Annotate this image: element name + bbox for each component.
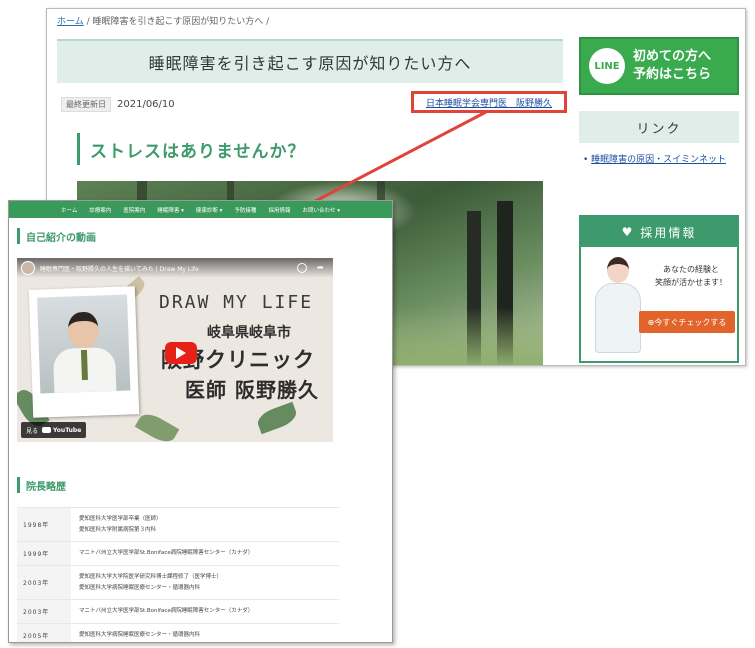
line-button-text-1: 初めての方へ <box>633 49 712 64</box>
table-row: 2005年 愛知医科大学病院睡眠医療センター・循環器内科 <box>17 623 339 642</box>
video-draw-my-life-text: DRAW MY LIFE <box>159 292 314 313</box>
table-row: 2003年 愛知医科大学大学院医学研究科博士課程修了（医学博士） 愛知医科大学病… <box>17 565 339 600</box>
breadcrumb-home-link[interactable]: ホーム <box>57 17 84 27</box>
watch-on-youtube-button[interactable]: 見る YouTube <box>21 422 87 438</box>
check-now-button[interactable]: ⊕今すぐチェックする <box>639 311 735 333</box>
video-title[interactable]: 睡眠専門医・阪野勝久の人生を描いてみた | Draw My Life <box>40 264 199 273</box>
page-title: 睡眠障害を引き起こす原因が知りたい方へ <box>57 39 563 83</box>
recruit-heading: ♥ 採用情報 <box>581 217 737 247</box>
table-row: 1998年 愛知医科大学医学部卒業（医師） 愛知医科大学附属病院第３内科 <box>17 507 339 542</box>
career-history-table: 1998年 愛知医科大学医学部卒業（医師） 愛知医科大学附属病院第３内科 199… <box>17 507 339 642</box>
history-year: 2003年 <box>17 599 71 624</box>
nav-item-sleep-disorders[interactable]: 睡眠障害 ▾ <box>151 206 190 214</box>
breadcrumb: ホーム / 睡眠障害を引き起こす原因が知りたい方へ / <box>57 14 269 27</box>
share-icon[interactable]: ➦ <box>317 263 327 273</box>
channel-avatar[interactable] <box>21 261 35 275</box>
global-nav: ホーム 診療案内 医院案内 睡眠障害 ▾ 健康診断 ▾ 予防接種 採用情報 お問… <box>9 201 392 218</box>
line-reservation-button[interactable]: LINE 初めての方へ 予約はこちら <box>579 37 739 95</box>
intro-video-heading: 自己紹介の動画 <box>17 228 392 244</box>
front-page-screenshot: ホーム 診療案内 医院案内 睡眠障害 ▾ 健康診断 ▾ 予防接種 採用情報 お問… <box>8 200 393 643</box>
history-year: 2003年 <box>17 565 71 600</box>
nav-item-checkup[interactable]: 健康診断 ▾ <box>190 206 229 214</box>
watch-later-icon[interactable] <box>297 263 307 273</box>
recruit-copy: あなたの経験と 笑顔が活かせます！ <box>655 265 727 287</box>
history-year: 1998年 <box>17 507 71 542</box>
line-logo-icon: LINE <box>589 48 625 84</box>
youtube-logo-icon: YouTube <box>42 427 81 434</box>
nav-item-vaccination[interactable]: 予防接種 <box>228 206 262 214</box>
play-button-icon[interactable] <box>165 342 197 364</box>
nurse-illustration <box>589 257 647 355</box>
nav-item-recruit[interactable]: 採用情報 <box>262 206 296 214</box>
author-link-highlighted[interactable]: 日本睡眠学会専門医 阪野勝久 <box>411 91 567 113</box>
video-place-text: 岐阜県岐阜市 <box>207 325 291 341</box>
nav-item-contact[interactable]: お問い合わせ ▾ <box>296 206 346 214</box>
sidebar-link-item[interactable]: • 睡眠障害の原因・スイミンネット <box>579 153 739 167</box>
nav-item-services[interactable]: 診療案内 <box>83 206 117 214</box>
history-year: 1999年 <box>17 541 71 566</box>
history-description: マニトバ州立大学医学部St.Boniface病院睡眠障害センター（カナダ） <box>71 541 339 566</box>
history-year: 2005年 <box>17 623 71 642</box>
youtube-video-embed[interactable]: DRAW MY LIFE 岐阜県岐阜市 阪野クリニック 医師 阪野勝久 睡眠専門… <box>17 258 333 442</box>
nav-item-home[interactable]: ホーム <box>55 206 83 214</box>
video-doctor-text: 医師 阪野勝久 <box>185 378 319 402</box>
history-description: 愛知医科大学病院睡眠医療センター・循環器内科 <box>71 623 339 642</box>
doctor-photo <box>28 286 140 418</box>
links-heading: リンク <box>579 111 739 143</box>
line-button-text-2: 予約はこちら <box>633 67 712 82</box>
table-row: 1999年 マニトバ州立大学医学部St.Boniface病院睡眠障害センター（カ… <box>17 541 339 566</box>
nav-item-clinic[interactable]: 医院案内 <box>117 206 151 214</box>
section-heading-stress: ストレスはありませんか？ <box>77 133 306 165</box>
recruit-banner[interactable]: ♥ 採用情報 あなたの経験と 笑顔が活かせます！ ⊕今すぐチェックする <box>579 215 739 363</box>
history-description: 愛知医科大学大学院医学研究科博士課程修了（医学博士） 愛知医科大学病院睡眠医療セ… <box>71 565 339 600</box>
table-row: 2003年 マニトバ州立大学医学部St.Boniface病院睡眠障害センター（カ… <box>17 599 339 624</box>
career-history-heading: 院長略歴 <box>17 477 66 493</box>
last-updated-date: 2021/06/10 <box>117 99 175 110</box>
breadcrumb-current: / 睡眠障害を引き起こす原因が知りたい方へ / <box>83 17 270 27</box>
last-updated: 最終更新日 2021/06/10 <box>61 97 175 112</box>
heart-icon: ♥ <box>621 225 635 239</box>
history-description: 愛知医科大学医学部卒業（医師） 愛知医科大学附属病院第３内科 <box>71 507 339 542</box>
video-title-bar: 睡眠専門医・阪野勝久の人生を描いてみた | Draw My Life <box>17 258 333 278</box>
last-updated-label: 最終更新日 <box>61 97 111 112</box>
sidebar: LINE 初めての方へ 予約はこちら リンク • 睡眠障害の原因・スイミンネット… <box>579 37 739 363</box>
history-description: マニトバ州立大学医学部St.Boniface病院睡眠障害センター（カナダ） <box>71 599 339 624</box>
